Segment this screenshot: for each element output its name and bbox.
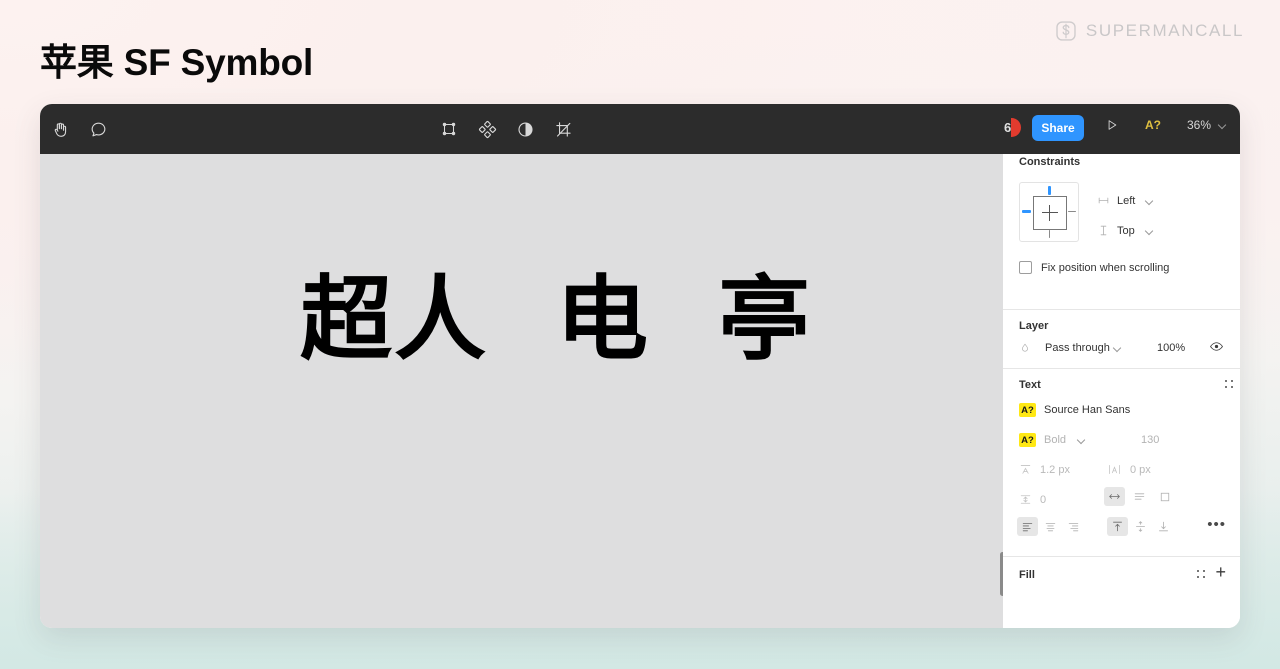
chevron-down-icon bbox=[1114, 344, 1122, 352]
horizontal-constraint-dropdown[interactable]: Left bbox=[1097, 194, 1154, 207]
design-canvas[interactable]: 超人 电 亭 bbox=[40, 154, 1003, 628]
fix-position-checkbox-row[interactable]: Fix position when scrolling bbox=[1019, 261, 1169, 274]
s-monogram-icon bbox=[1056, 21, 1076, 41]
text-more-options[interactable]: ••• bbox=[1207, 517, 1226, 532]
font-warning-badge: A? bbox=[1019, 433, 1036, 447]
line-height-value: 1.2 px bbox=[1040, 463, 1070, 476]
design-app-window: 6 Share A? 36% 超人 电 亭 Constraints Left T… bbox=[40, 104, 1240, 628]
font-style-value[interactable]: Bold bbox=[1044, 434, 1066, 446]
text-title: Text bbox=[1019, 379, 1041, 391]
add-fill-button[interactable]: + bbox=[1215, 562, 1226, 582]
page-title: 苹果 SF Symbol bbox=[40, 42, 314, 83]
line-height-icon bbox=[1020, 465, 1031, 474]
share-button[interactable]: Share bbox=[1032, 115, 1084, 141]
font-family-row[interactable]: A? Source Han Sans bbox=[1019, 403, 1130, 417]
blend-mode-dropdown[interactable]: Pass through bbox=[1045, 342, 1122, 354]
hand-icon[interactable] bbox=[48, 117, 72, 141]
horizontal-constraint-icon bbox=[1098, 197, 1109, 204]
auto-height-icon[interactable] bbox=[1129, 487, 1150, 506]
zoom-level-control[interactable]: 36% bbox=[1187, 118, 1227, 132]
contrast-half-circle-icon[interactable] bbox=[513, 117, 537, 141]
vertical-constraint-dropdown[interactable]: Top bbox=[1097, 224, 1154, 237]
align-center-icon[interactable] bbox=[1040, 517, 1061, 536]
layer-controls-row: Pass through 100% bbox=[1019, 342, 1224, 354]
align-middle-icon[interactable] bbox=[1130, 517, 1151, 536]
blend-mode-value: Pass through bbox=[1045, 342, 1110, 354]
paragraph-spacing-field[interactable]: 0 bbox=[1019, 493, 1046, 506]
line-height-field[interactable]: 1.2 px bbox=[1019, 463, 1070, 476]
brand-logo-wordmark: SUPERMANCALL bbox=[1055, 20, 1244, 42]
letter-spacing-value: 0 px bbox=[1130, 463, 1151, 476]
align-left-icon[interactable] bbox=[1017, 517, 1038, 536]
fix-position-label: Fix position when scrolling bbox=[1041, 261, 1170, 274]
font-warning-badge[interactable]: A? bbox=[1145, 118, 1161, 132]
text-resize-group bbox=[1104, 487, 1175, 506]
chevron-down-icon[interactable] bbox=[1078, 436, 1086, 444]
paragraph-spacing-value: 0 bbox=[1040, 493, 1047, 506]
zoom-level-value: 36% bbox=[1187, 118, 1212, 132]
fill-section: Fill + bbox=[1003, 557, 1240, 597]
text-align-group bbox=[1017, 517, 1084, 536]
vertical-constraint-value: Top bbox=[1117, 224, 1135, 237]
align-right-icon[interactable] bbox=[1063, 517, 1084, 536]
font-family-value: Source Han Sans bbox=[1044, 404, 1131, 416]
letter-spacing-field[interactable]: 0 px bbox=[1107, 463, 1151, 476]
fill-title: Fill bbox=[1019, 569, 1035, 581]
align-bottom-icon[interactable] bbox=[1153, 517, 1174, 536]
constraint-widget[interactable] bbox=[1019, 182, 1079, 242]
eye-icon[interactable] bbox=[1209, 339, 1224, 357]
horizontal-constraint-value: Left bbox=[1117, 194, 1136, 207]
layer-section: Layer Pass through 100% bbox=[1003, 310, 1240, 369]
constraint-mark-left[interactable] bbox=[1022, 210, 1031, 213]
layer-opacity-value[interactable]: 100% bbox=[1157, 342, 1185, 354]
layer-title: Layer bbox=[1019, 320, 1049, 332]
vertical-constraint-icon bbox=[1100, 225, 1107, 236]
properties-panel: Constraints Left Top Fix position when s… bbox=[1003, 154, 1240, 628]
fix-position-checkbox[interactable] bbox=[1019, 261, 1032, 274]
chevron-down-icon bbox=[1146, 227, 1154, 235]
text-vertical-align-group bbox=[1107, 517, 1174, 536]
blend-mode-droplet-icon[interactable] bbox=[1019, 342, 1031, 354]
crop-slice-icon[interactable] bbox=[551, 117, 575, 141]
avatar-initial: 6 bbox=[1004, 120, 1012, 135]
chevron-down-icon bbox=[1219, 121, 1227, 129]
letter-spacing-icon bbox=[1109, 465, 1120, 474]
fixed-size-icon[interactable] bbox=[1154, 487, 1175, 506]
font-style-row: A? Bold 130 bbox=[1019, 433, 1224, 447]
frame-select-icon[interactable] bbox=[437, 117, 461, 141]
comment-bubble-icon[interactable] bbox=[86, 117, 110, 141]
constraints-section: Constraints Left Top Fix position when s… bbox=[1003, 154, 1240, 310]
font-size-value[interactable]: 130 bbox=[1141, 434, 1159, 446]
align-top-icon[interactable] bbox=[1107, 517, 1128, 536]
chevron-down-icon bbox=[1146, 197, 1154, 205]
component-diamond-icon[interactable] bbox=[475, 117, 499, 141]
constraints-title: Constraints bbox=[1019, 156, 1081, 168]
page-header: 苹果 SF Symbol SUPERMANCALL bbox=[0, 0, 1280, 104]
constraint-inner-box bbox=[1033, 196, 1067, 230]
constraint-mark-bottom[interactable] bbox=[1049, 230, 1050, 238]
brand-name: SUPERMANCALL bbox=[1085, 21, 1244, 40]
constraint-mark-top[interactable] bbox=[1048, 186, 1051, 195]
auto-width-icon[interactable] bbox=[1104, 487, 1125, 506]
avatar[interactable]: 6 bbox=[1002, 118, 1021, 137]
constraint-mark-right[interactable] bbox=[1068, 211, 1076, 212]
font-warning-badge: A? bbox=[1019, 403, 1036, 417]
canvas-text-layer[interactable]: 超人 电 亭 bbox=[300, 274, 812, 366]
play-triangle-icon[interactable] bbox=[1105, 118, 1119, 137]
text-section: Text A? Source Han Sans A? Bold 130 1.2 … bbox=[1003, 369, 1240, 557]
app-toolbar: 6 Share A? 36% bbox=[40, 104, 1240, 154]
paragraph-spacing-icon bbox=[1020, 495, 1031, 504]
